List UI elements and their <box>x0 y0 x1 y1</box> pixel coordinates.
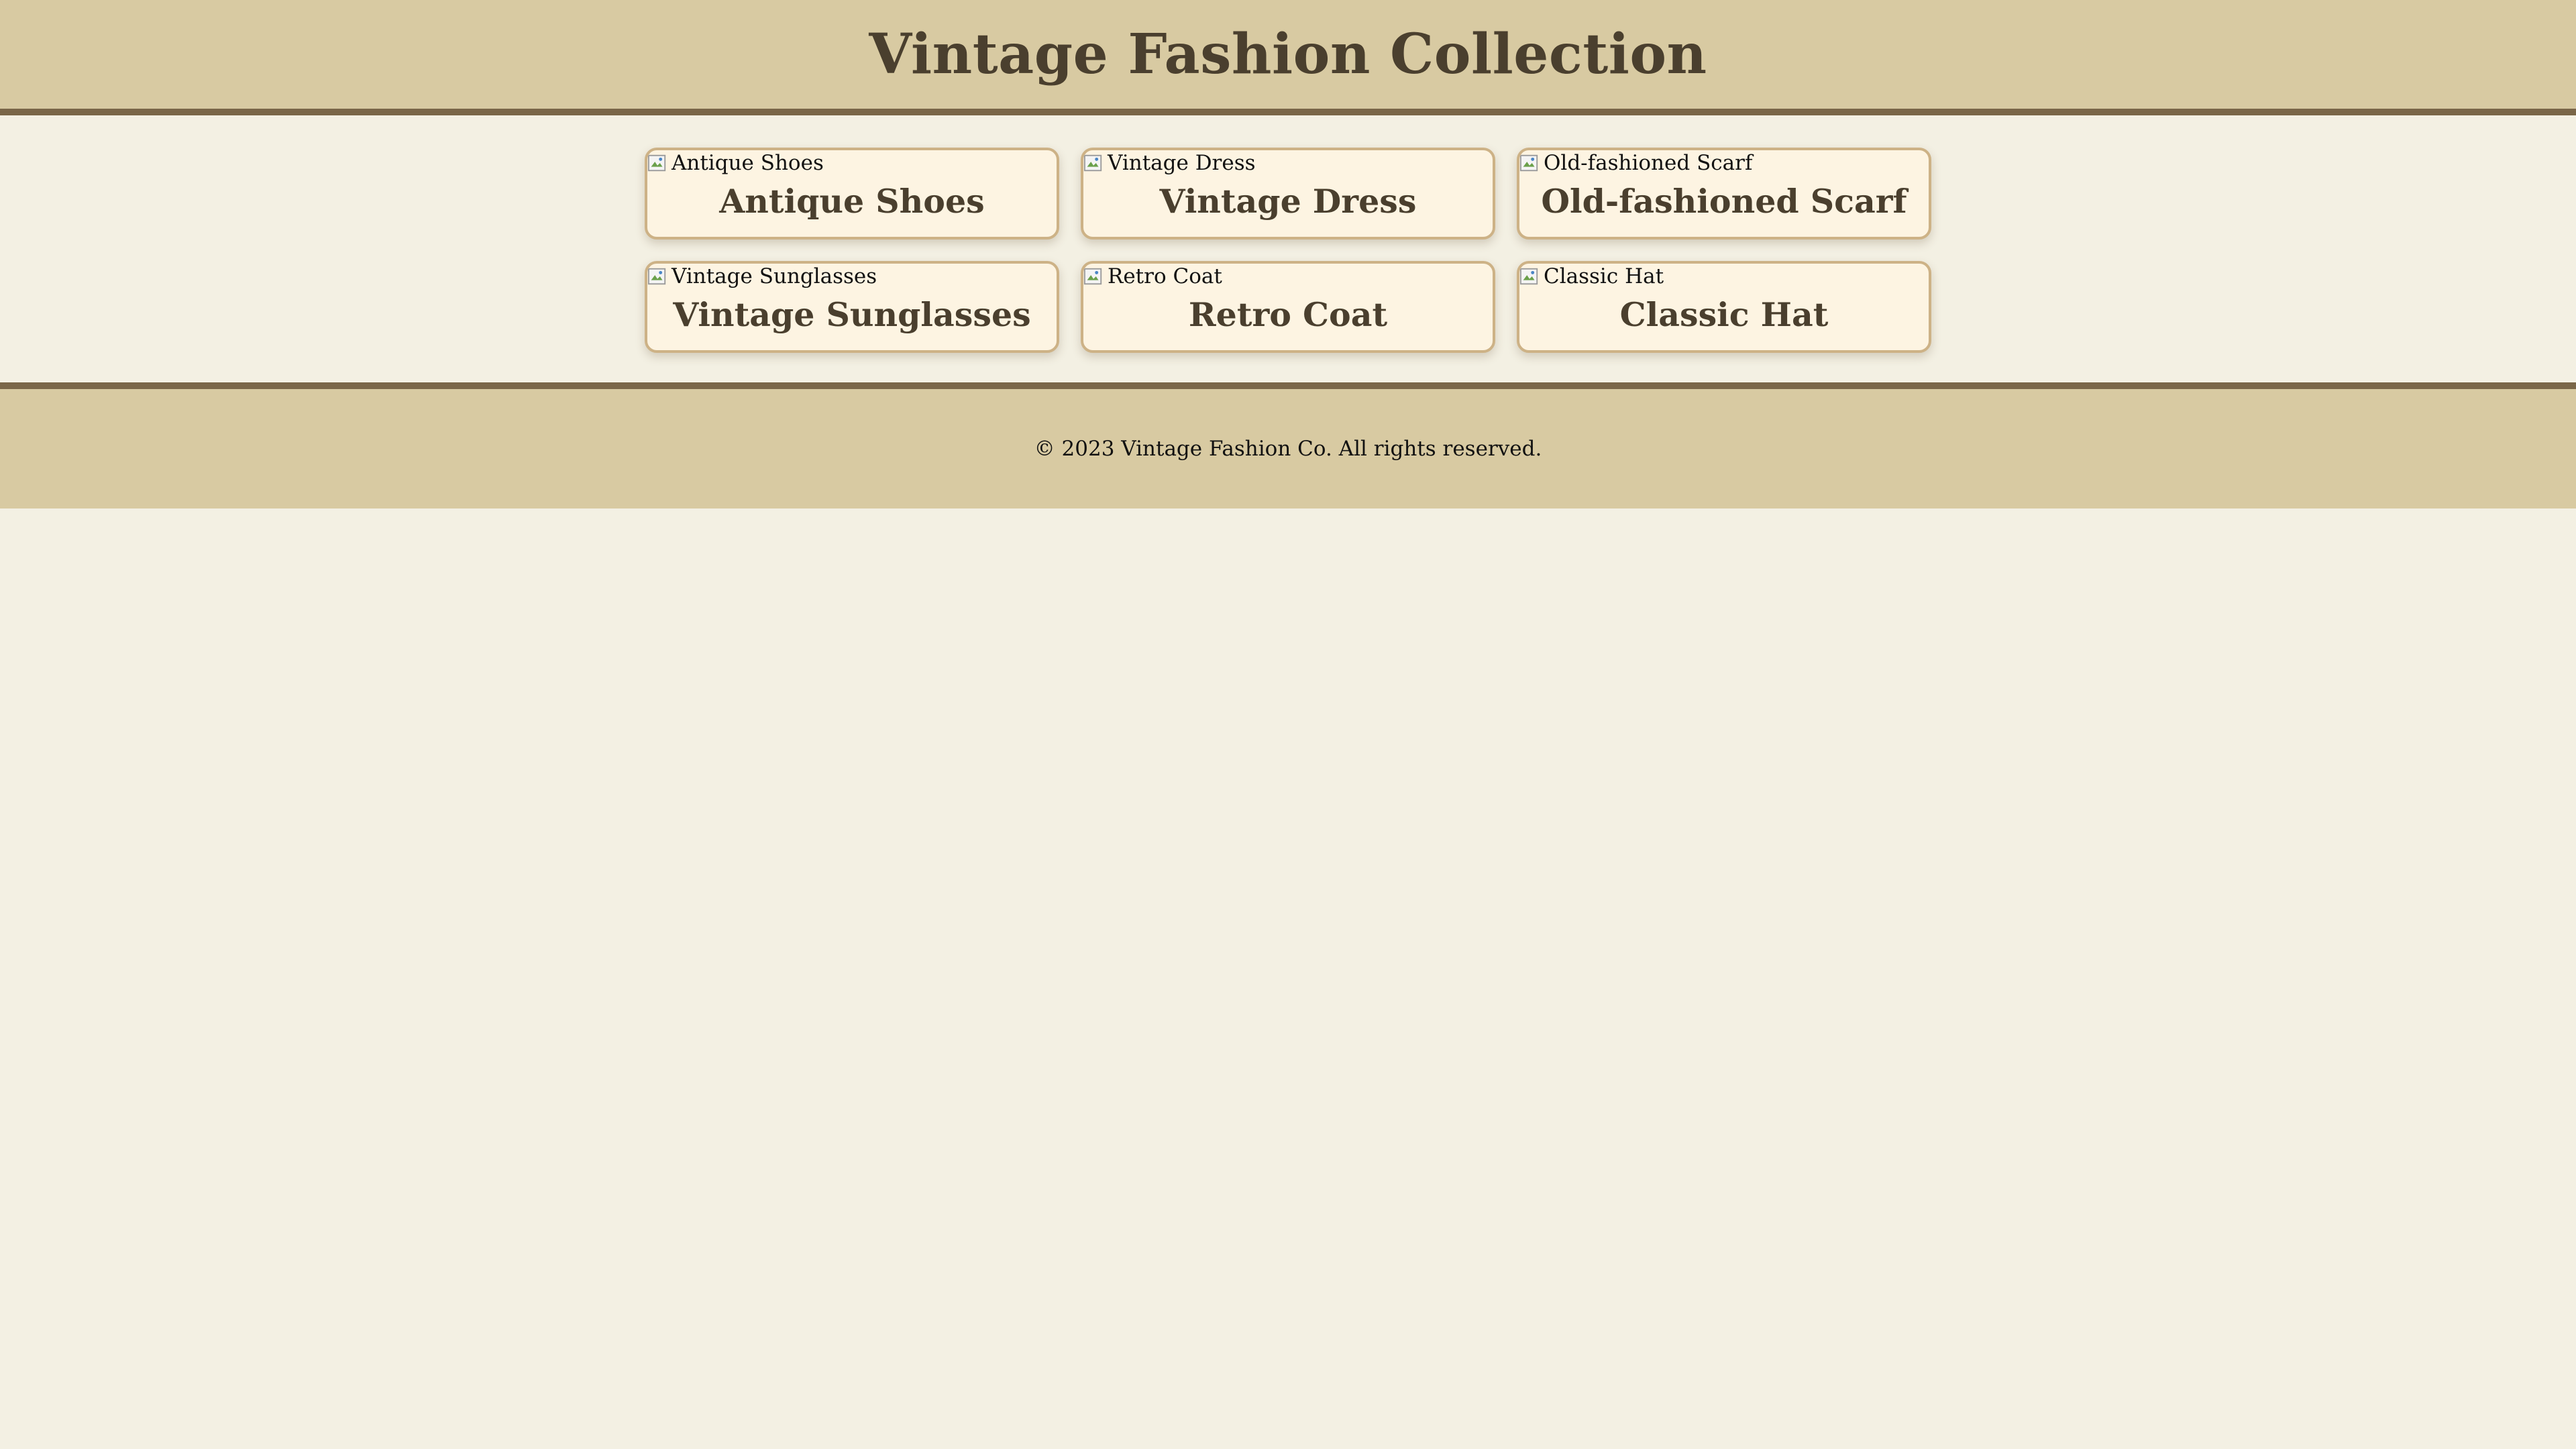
product-name: Vintage Sunglasses <box>673 295 1031 334</box>
product-name: Vintage Dress <box>1159 182 1417 221</box>
product-image-alt-text: Antique Shoes <box>672 151 824 175</box>
product-image-alt-text: Vintage Sunglasses <box>672 264 877 288</box>
site-header: Vintage Fashion Collection <box>0 0 2576 115</box>
page-title: Vintage Fashion Collection <box>869 22 1707 87</box>
product-name: Old-fashioned Scarf <box>1541 182 1907 221</box>
copyright-text: © 2023 Vintage Fashion Co. All rights re… <box>1034 437 1542 461</box>
broken-image-icon <box>1083 154 1102 172</box>
product-image: Old-fashioned Scarf <box>1519 150 1929 176</box>
broken-image-icon <box>647 154 666 172</box>
broken-image-icon <box>1083 268 1102 285</box>
broken-image-icon <box>1519 268 1538 285</box>
product-card-old-fashioned-scarf[interactable]: Old-fashioned Scarf Old-fashioned Scarf <box>1517 148 1931 239</box>
product-image-alt-text: Vintage Dress <box>1108 151 1256 175</box>
product-image: Vintage Dress <box>1083 150 1493 176</box>
product-card-retro-coat[interactable]: Retro Coat Retro Coat <box>1081 261 1495 353</box>
product-card-classic-hat[interactable]: Classic Hat Classic Hat <box>1517 261 1931 353</box>
product-image: Antique Shoes <box>647 150 1057 176</box>
product-name: Retro Coat <box>1188 295 1388 334</box>
product-image: Vintage Sunglasses <box>647 264 1057 289</box>
product-grid: Antique Shoes Antique Shoes Vintage Dres… <box>645 148 1931 353</box>
product-section: Antique Shoes Antique Shoes Vintage Dres… <box>0 115 2576 382</box>
product-image-alt-text: Classic Hat <box>1544 264 1664 288</box>
product-image: Classic Hat <box>1519 264 1929 289</box>
broken-image-icon <box>647 268 666 285</box>
broken-image-icon <box>1519 154 1538 172</box>
product-image: Retro Coat <box>1083 264 1493 289</box>
site-footer: © 2023 Vintage Fashion Co. All rights re… <box>0 382 2576 508</box>
product-image-alt-text: Retro Coat <box>1108 264 1222 288</box>
product-card-vintage-sunglasses[interactable]: Vintage Sunglasses Vintage Sunglasses <box>645 261 1059 353</box>
product-card-antique-shoes[interactable]: Antique Shoes Antique Shoes <box>645 148 1059 239</box>
product-image-alt-text: Old-fashioned Scarf <box>1544 151 1753 175</box>
product-card-vintage-dress[interactable]: Vintage Dress Vintage Dress <box>1081 148 1495 239</box>
product-name: Classic Hat <box>1619 295 1829 334</box>
product-name: Antique Shoes <box>719 182 985 221</box>
